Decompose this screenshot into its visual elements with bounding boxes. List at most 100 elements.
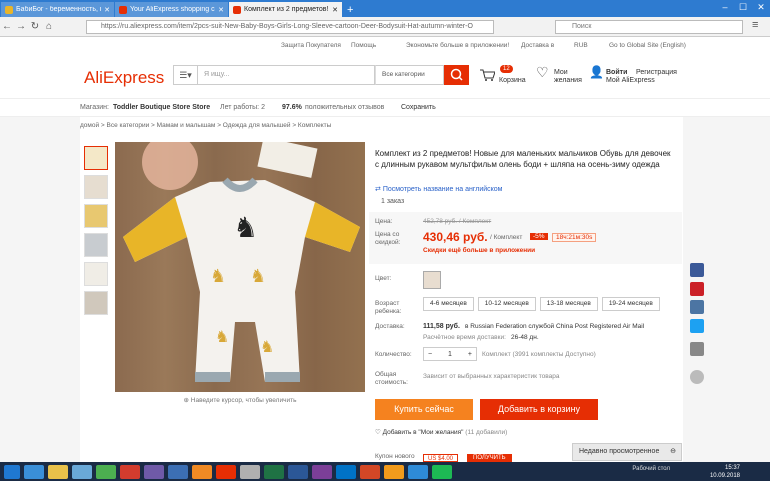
price-label: Цена:	[375, 218, 393, 225]
product-image[interactable]: ♞ ♞ ♞ ♞ ♞	[115, 134, 365, 392]
tab-product[interactable]: Комплект из 2 предметов! Но ✕	[229, 2, 342, 17]
translate-icon: ⇄	[375, 186, 383, 193]
illustrator-icon[interactable]	[384, 464, 404, 479]
breadcrumb[interactable]: домой > Все категории > Мамам и малышам …	[80, 122, 331, 129]
svg-text:♞: ♞	[210, 266, 226, 287]
facebook-icon[interactable]	[690, 263, 704, 277]
register-link[interactable]: Регистрация	[636, 69, 677, 77]
app-discount-link[interactable]: Скидки ещё больше в приложении	[423, 247, 535, 254]
buyer-protection-link[interactable]: Защита Покупателя	[281, 42, 341, 49]
store-name[interactable]: Toddler Boutique Store Store	[113, 104, 210, 111]
qty-value[interactable]: 1	[448, 351, 452, 358]
desktop-label[interactable]: Рабочий стол	[632, 466, 670, 472]
vk-icon[interactable]	[690, 300, 704, 314]
browser-search-input[interactable]: Поиск	[555, 20, 743, 34]
thumbnail[interactable]	[84, 233, 108, 257]
edit-icon[interactable]	[690, 342, 704, 356]
close-icon[interactable]: ✕	[218, 6, 224, 14]
tab-cart[interactable]: Your AliExpress shopping cart - Bu ✕	[115, 2, 228, 17]
shipping-method[interactable]: в Russian Federation службой China Post …	[465, 323, 644, 330]
close-icon[interactable]: ✕	[104, 6, 110, 14]
spotify-icon[interactable]	[432, 464, 452, 479]
buy-now-button[interactable]: Купить сейчас	[375, 399, 473, 420]
app-icon[interactable]	[240, 464, 260, 479]
search-input[interactable]: Я ищу...	[197, 65, 375, 85]
age-option[interactable]: 10-12 месяцев	[477, 297, 536, 311]
start-icon[interactable]	[4, 464, 20, 479]
opera-icon[interactable]	[120, 464, 140, 479]
svg-text:♞: ♞	[250, 266, 266, 287]
user-icon: 👤	[589, 65, 604, 79]
color-swatch[interactable]	[423, 271, 441, 289]
svg-text:♞: ♞	[260, 337, 274, 356]
heart-icon: ♡	[536, 64, 549, 80]
maximize-icon[interactable]: ☐	[734, 0, 752, 14]
thumbnail[interactable]	[84, 204, 108, 228]
onenote-icon[interactable]	[312, 464, 332, 479]
thumbnail[interactable]	[84, 175, 108, 199]
thumbnail[interactable]	[84, 291, 108, 315]
left-margin	[0, 117, 80, 462]
age-option[interactable]: 19-24 месяцев	[601, 297, 660, 311]
home-icon[interactable]: ⌂	[42, 21, 56, 32]
age-option[interactable]: 13-18 месяцев	[539, 297, 598, 311]
translate-link[interactable]: ⇄ Посмотреть название на английском	[375, 185, 503, 193]
close-icon[interactable]: ✕	[332, 6, 338, 14]
word-icon[interactable]	[288, 464, 308, 479]
outlook-icon[interactable]	[336, 464, 356, 479]
categories-menu-icon[interactable]: ☰▾	[173, 65, 197, 85]
app-promo-link[interactable]: Экономьте больше в приложении!	[406, 42, 509, 49]
tab-babyblog[interactable]: БабиБог - беременность, ко ✕	[1, 2, 114, 17]
home-app-icon[interactable]	[72, 464, 92, 479]
close-window-icon[interactable]: ✕	[752, 0, 770, 14]
folder-icon[interactable]	[48, 464, 68, 479]
new-tab-button[interactable]: +	[347, 4, 353, 16]
thumbnail[interactable]	[84, 146, 108, 170]
cart-icon	[480, 69, 495, 81]
app-icon[interactable]	[144, 464, 164, 479]
age-option[interactable]: 4-6 месяцев	[423, 297, 474, 311]
category-select[interactable]: Все категории	[375, 65, 444, 85]
quantity-stepper[interactable]: − 1 +	[423, 347, 477, 361]
aliexpress-logo[interactable]: AliExpress	[84, 68, 164, 88]
twitter-icon[interactable]	[690, 319, 704, 333]
menu-icon[interactable]: ≡	[752, 19, 758, 31]
media-icon[interactable]	[168, 464, 188, 479]
clock[interactable]: 15:37 10.09.2018	[710, 464, 740, 480]
store-rating-label: положительных отзывов	[305, 104, 385, 111]
thumbnail[interactable]	[84, 262, 108, 286]
discount-badge: -5%	[530, 233, 548, 240]
recently-viewed-panel[interactable]: Недавно просмотренное ⊖	[572, 443, 682, 461]
ie-icon[interactable]	[24, 464, 44, 479]
currency-select[interactable]: RUB	[574, 42, 588, 49]
ship-to-link[interactable]: Доставка в	[521, 42, 554, 49]
minus-icon[interactable]: −	[428, 351, 432, 358]
add-to-cart-button[interactable]: Добавить в корзину	[480, 399, 598, 420]
search-button[interactable]	[444, 65, 469, 85]
pinterest-icon[interactable]	[690, 282, 704, 296]
countdown-timer: 18ч:21м:30s	[552, 233, 597, 242]
save-store-button[interactable]: Сохранить	[401, 104, 436, 111]
reload-icon[interactable]: ↻	[28, 21, 42, 32]
my-account-link[interactable]: Мой AliExpress	[606, 77, 655, 85]
global-site-link[interactable]: Go to Global Site (English)	[609, 42, 686, 49]
back-icon[interactable]: ←	[0, 21, 14, 32]
yandex-icon[interactable]	[216, 464, 236, 479]
close-panel-icon[interactable]	[690, 370, 704, 384]
signin-link[interactable]: Войти	[606, 69, 627, 77]
url-field[interactable]: https://ru.aliexpress.com/item/2pcs-suit…	[86, 20, 494, 34]
plus-icon[interactable]: +	[468, 351, 472, 358]
wishlist-add-link[interactable]: ♡ Добавить в "Мои желания" (11 добавили)	[375, 428, 507, 436]
qty-available: Комплект (3991 комплекты Доступно)	[482, 351, 596, 358]
app-icon[interactable]	[408, 464, 428, 479]
powerpoint-icon[interactable]	[360, 464, 380, 479]
forward-icon[interactable]: →	[14, 21, 28, 32]
coupon-button[interactable]: ПОЛУЧИТЬ	[467, 454, 512, 462]
help-link[interactable]: Помощь	[351, 42, 376, 49]
svg-text:♞: ♞	[215, 327, 229, 346]
excel-icon[interactable]	[264, 464, 284, 479]
chrome-icon[interactable]	[96, 464, 116, 479]
firefox-icon[interactable]	[192, 464, 212, 479]
minimize-icon[interactable]: –	[716, 0, 734, 14]
collapse-icon[interactable]: ⊖	[670, 444, 676, 460]
